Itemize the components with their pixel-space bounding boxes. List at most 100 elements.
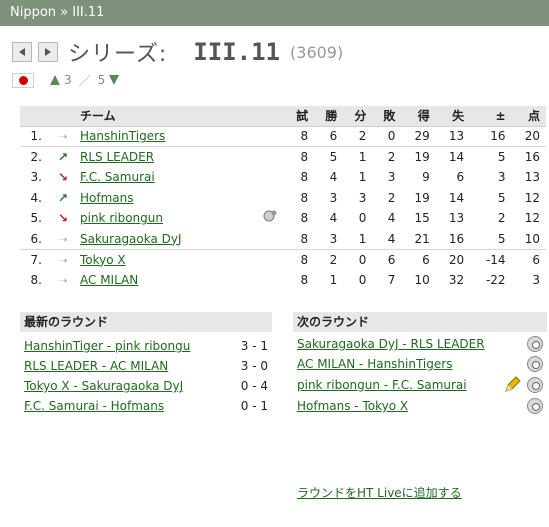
goal-diff: 5 [497, 231, 506, 246]
match-link[interactable]: Sakuragaoka DyJ - RLS LEADER [297, 336, 497, 352]
col-trend [48, 106, 78, 127]
goals-for: 19 [401, 146, 436, 167]
won: 4 [329, 170, 338, 185]
breadcrumb[interactable]: Nippon » III.11 [0, 0, 549, 26]
team-icon-cell [255, 188, 285, 209]
down-series-link[interactable]: 5 [98, 73, 106, 87]
pencil-icon[interactable] [503, 376, 521, 394]
match-link[interactable]: Tokyo X - Sakuragaoka DyJ [24, 379, 183, 393]
col-drawn: 分 [343, 106, 373, 127]
won: 1 [329, 272, 338, 287]
team-link[interactable]: Hofmans [80, 191, 134, 205]
prev-series-button[interactable] [12, 42, 32, 62]
lost: 2 [387, 190, 396, 205]
goals-against: 16 [448, 231, 465, 246]
match-score: 3 - 1 [240, 339, 268, 353]
trend: ➝ [48, 270, 78, 291]
team-cell: HanshinTigers [78, 126, 255, 147]
played: 8 [300, 272, 309, 287]
goals-for: 9 [422, 170, 430, 185]
trend-down-icon: ↘ [57, 170, 69, 185]
team-cell: F.C. Samurai [78, 167, 255, 188]
points: 10 [524, 231, 540, 246]
lost: 0 [387, 129, 396, 144]
up-series-link[interactable]: 3 [64, 73, 72, 87]
lost: 2 [372, 146, 402, 167]
next-round-title: 次のラウンド [293, 312, 547, 332]
table-row: 4. ↗ Hofmans 8 3 3 2 19 14 5 12 [20, 188, 546, 209]
next-series-button[interactable] [38, 42, 58, 62]
team-link[interactable]: RLS LEADER [80, 150, 154, 164]
trend-same-icon: ➝ [58, 232, 68, 246]
standings-table: チーム 試 勝 分 敗 得 失 ± 点 1. ➝ HanshinTigers 8 6 2 0… [20, 106, 546, 290]
drawn: 1 [358, 170, 367, 185]
trend-same-icon: ➝ [58, 273, 68, 287]
manager-online-icon[interactable] [262, 209, 278, 225]
match-link[interactable]: AC MILAN - HanshinTigers [297, 356, 497, 372]
trend-up-icon: ↗ [57, 190, 69, 205]
table-row: 8. ➝ AC MILAN 8 1 0 7 10 32 -22 3 [20, 270, 546, 291]
magnifier-icon[interactable] [527, 398, 543, 414]
team-link[interactable]: HanshinTigers [80, 129, 165, 143]
drawn: 1 [358, 231, 367, 246]
won: 3 [329, 190, 338, 205]
match-icons [527, 398, 543, 414]
col-ga: 失 [435, 106, 471, 127]
col-played: 試 [285, 106, 315, 127]
up-triangle-icon[interactable] [50, 75, 60, 85]
magnifier-icon[interactable] [527, 336, 543, 352]
table-row: 7. ➝ Tokyo X 8 2 0 6 6 20 -14 6 [20, 248, 546, 270]
team-link[interactable]: AC MILAN [80, 273, 138, 287]
table-row: 5. ↘ pink ribongun 8 4 0 4 15 13 2 12 [20, 208, 546, 229]
points: 3 [532, 272, 540, 287]
trend: ➝ [48, 229, 78, 250]
played: 8 [300, 231, 309, 246]
team-cell: AC MILAN [78, 270, 255, 291]
match-link[interactable]: F.C. Samurai - Hofmans [24, 399, 164, 413]
goal-diff: 5 [497, 190, 506, 205]
trend: ↘ [48, 167, 78, 188]
won: 3 [329, 231, 338, 246]
latest-match-row: RLS LEADER - AC MILAN 3 - 0 [20, 356, 272, 376]
league-id: (3609) [290, 42, 344, 62]
title-row: シリーズ: III.11 (3609) [12, 36, 343, 68]
position: 8. [30, 272, 42, 287]
magnifier-icon[interactable] [527, 377, 543, 393]
team-link[interactable]: Tokyo X [80, 253, 126, 267]
latest-match-row: HanshinTiger - pink ribongu 3 - 1 [20, 336, 272, 356]
down-triangle-icon[interactable] [109, 75, 120, 85]
match-link[interactable]: RLS LEADER - AC MILAN [24, 359, 168, 373]
drawn: 0 [358, 272, 367, 287]
team-link[interactable]: Sakuragaoka DyJ [80, 232, 182, 246]
match-link[interactable]: Hofmans - Tokyo X [297, 398, 497, 414]
match-link[interactable]: pink ribongun - F.C. Samurai [297, 377, 497, 393]
col-pos [20, 106, 48, 127]
team-icon-cell [255, 126, 285, 147]
goals-against: 6 [456, 170, 465, 185]
trend: ↗ [48, 188, 78, 209]
subnav-separator: ／ [78, 73, 91, 88]
team-cell: pink ribongun [78, 208, 255, 229]
col-diff: ± [470, 106, 512, 127]
japan-flag-icon[interactable] [12, 72, 34, 88]
next-match-row: Hofmans - Tokyo X [293, 396, 547, 416]
match-score: 0 - 1 [240, 399, 268, 413]
trend-same-icon: ➝ [58, 130, 68, 144]
arrow-right-icon [45, 48, 51, 56]
match-link[interactable]: HanshinTiger - pink ribongu [24, 339, 190, 353]
team-link[interactable]: F.C. Samurai [80, 170, 155, 184]
team-link[interactable]: pink ribongun [80, 211, 163, 225]
page-title: III.11 [193, 38, 281, 66]
goals-against: 14 [435, 146, 471, 167]
points: 12 [524, 190, 540, 205]
goals-against: 32 [448, 272, 465, 287]
points: 13 [524, 170, 540, 185]
latest-match-row: F.C. Samurai - Hofmans 0 - 1 [20, 396, 272, 416]
add-to-ht-live-link[interactable]: ラウンドをHT Liveに追加する [297, 484, 462, 501]
magnifier-icon[interactable] [527, 356, 543, 372]
lost: 6 [372, 248, 402, 270]
trend: ↘ [48, 208, 78, 229]
drawn: 0 [343, 248, 373, 270]
trend-up-icon: ↗ [57, 150, 69, 164]
table-row: 2. ↗ RLS LEADER 8 5 1 2 19 14 5 16 [20, 146, 546, 167]
